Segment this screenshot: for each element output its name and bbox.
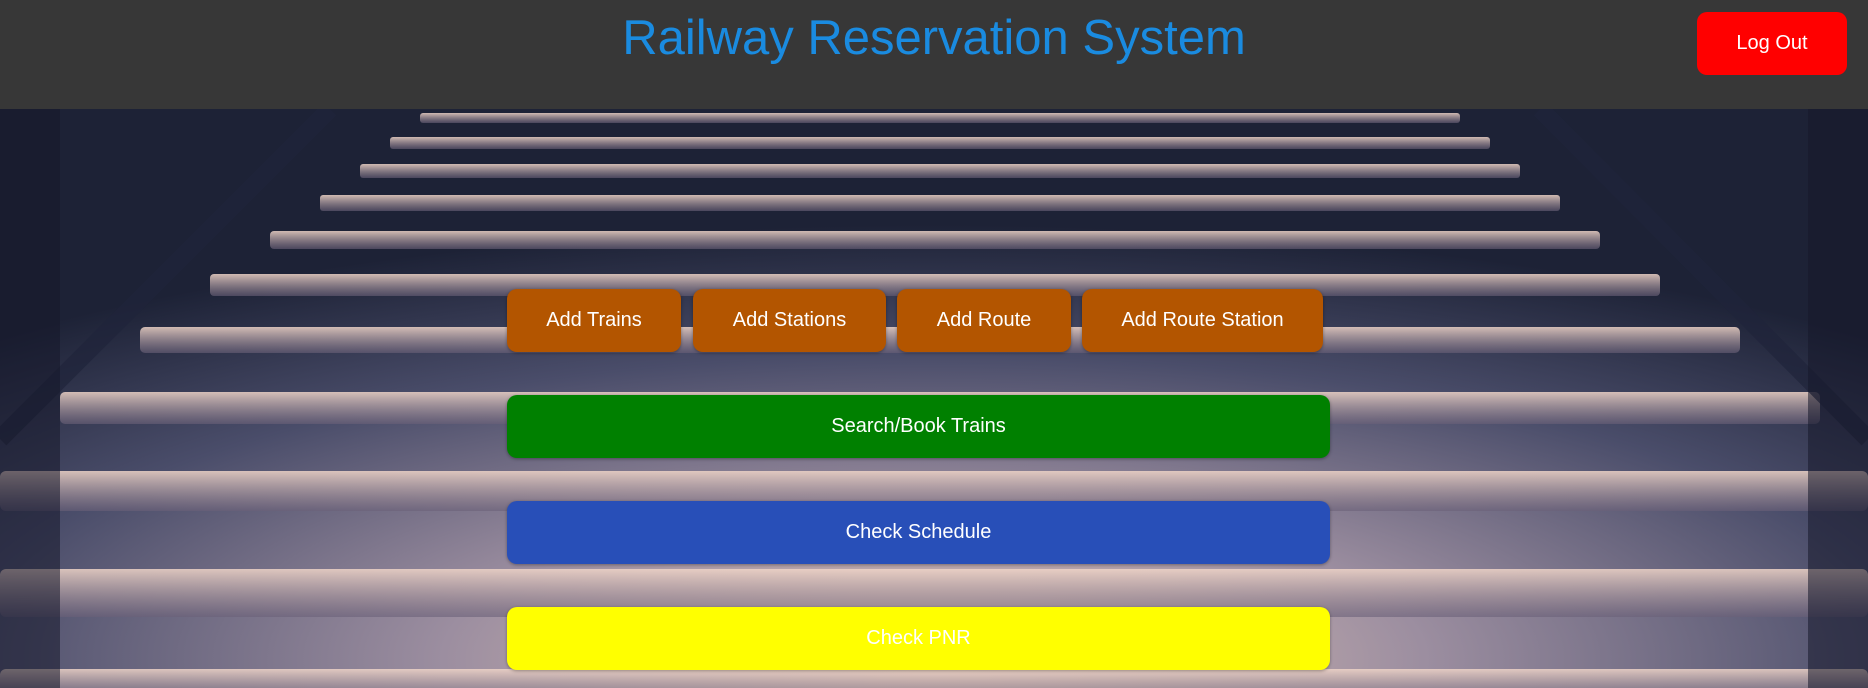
check-pnr-button[interactable]: Check PNR [507, 607, 1330, 670]
add-route-button[interactable]: Add Route [897, 289, 1071, 352]
logout-button[interactable]: Log Out [1697, 12, 1847, 75]
page-title: Railway Reservation System [622, 11, 1246, 65]
search-book-trains-button[interactable]: Search/Book Trains [507, 395, 1330, 458]
add-stations-button[interactable]: Add Stations [693, 289, 886, 352]
add-route-station-button[interactable]: Add Route Station [1082, 289, 1323, 352]
top-bar: Railway Reservation System Log Out [0, 0, 1868, 109]
check-schedule-button[interactable]: Check Schedule [507, 501, 1330, 564]
add-trains-button[interactable]: Add Trains [507, 289, 681, 352]
